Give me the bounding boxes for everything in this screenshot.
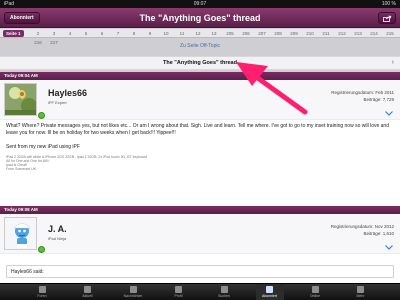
post-count: Beiträge: 1,610 bbox=[363, 231, 394, 236]
username[interactable]: Hayles66 bbox=[48, 88, 87, 98]
tab-label: Foren bbox=[37, 294, 47, 298]
page-list: 2 3 4 5 6 7 8 9 10 11 12 13 205 206 207 208 209 210 211 212… bbox=[30, 29, 400, 45]
page-link[interactable]: 206 bbox=[238, 29, 254, 38]
page-link[interactable]: 213 bbox=[350, 29, 366, 38]
page-link[interactable]: 214 bbox=[366, 29, 382, 38]
status-bar: iPad 09:07 100 % bbox=[0, 0, 400, 8]
page-link[interactable]: 7 bbox=[110, 29, 126, 38]
post: Hayles66 iPF Expert Registrierungsdatum:… bbox=[0, 80, 400, 206]
post-header[interactable]: J. A. iPad Ninja Registrierungsdatum: No… bbox=[0, 214, 400, 254]
user-rank: iPF Expert bbox=[48, 100, 67, 105]
current-page-button[interactable]: Seite 1 bbox=[3, 30, 24, 37]
signature-line: From Somerset UK bbox=[6, 167, 36, 171]
page-link[interactable]: 205 bbox=[222, 29, 238, 38]
user-photo bbox=[5, 218, 36, 249]
online-status-icon bbox=[38, 112, 45, 119]
profile-icon bbox=[175, 286, 182, 293]
page-link[interactable]: 10 bbox=[158, 29, 174, 38]
tab-label: Abonniert bbox=[262, 294, 277, 298]
page-link[interactable]: 5 bbox=[78, 29, 94, 38]
search-icon bbox=[220, 286, 228, 293]
username[interactable]: J. A. bbox=[48, 224, 67, 234]
tab-label: Mehr bbox=[356, 294, 365, 298]
post-signature: Sent from my new iPad using iPF bbox=[6, 144, 80, 150]
page-link[interactable]: 209 bbox=[286, 29, 302, 38]
page-link[interactable]: 210 bbox=[302, 29, 318, 38]
post-date-bar: Today 09:04 AM bbox=[0, 72, 400, 80]
page-link[interactable]: 6 bbox=[94, 29, 110, 38]
forum-link[interactable]: Zu Seite Off-Topic bbox=[0, 43, 400, 49]
thread-title: The "Anything Goes" thread bbox=[163, 60, 237, 66]
registration-date: Registrierungsdatum: Feb 2011 bbox=[331, 90, 394, 95]
tab-label: Aktuell bbox=[82, 294, 93, 298]
messages-icon bbox=[129, 286, 137, 293]
page-link[interactable]: 212 bbox=[334, 29, 350, 38]
user-rank: iPad Ninja bbox=[48, 236, 67, 241]
thread-title-row[interactable]: The "Anything Goes" thread › bbox=[0, 56, 400, 70]
tab-mehr[interactable]: Mehr bbox=[347, 284, 375, 300]
post-date-bar: Today 09:08 AM bbox=[0, 206, 400, 214]
page-link[interactable]: 11 bbox=[174, 29, 190, 38]
tab-label: Suchen bbox=[218, 294, 230, 298]
post-header[interactable]: Hayles66 iPF Expert Registrierungsdatum:… bbox=[0, 80, 400, 120]
tab-online[interactable]: Online bbox=[301, 284, 329, 300]
page-link[interactable]: 4 bbox=[62, 29, 78, 38]
page-link[interactable]: 12 bbox=[190, 29, 206, 38]
tab-aktuell[interactable]: Aktuell bbox=[74, 284, 102, 300]
user-photo bbox=[5, 84, 36, 115]
page-title: The "Anything Goes" thread bbox=[139, 13, 261, 23]
navigation-bar: Abonniert The "Anything Goes" thread bbox=[0, 8, 400, 28]
avatar[interactable] bbox=[4, 217, 37, 250]
tab-suchen[interactable]: Suchen bbox=[210, 284, 238, 300]
chevron-right-icon: › bbox=[391, 59, 394, 66]
post-body: What? Where? Private messages yes, but n… bbox=[6, 123, 389, 136]
chevron-down-icon[interactable] bbox=[385, 245, 393, 250]
tab-label: Profil bbox=[174, 294, 183, 298]
page-link[interactable]: 2 bbox=[30, 29, 46, 38]
subscribed-icon bbox=[266, 286, 273, 293]
page-link[interactable]: 211 bbox=[318, 29, 334, 38]
quote-box: Hayles66 said: bbox=[6, 265, 394, 278]
tab-profil[interactable]: Profil bbox=[165, 284, 193, 300]
page-link[interactable]: 208 bbox=[270, 29, 286, 38]
post-count: Beiträge: 7,729 bbox=[363, 97, 394, 102]
avatar[interactable] bbox=[4, 83, 37, 116]
online-icon bbox=[311, 286, 319, 293]
tab-bar: Foren Aktuell Nachrichten Profil Suchen Abonn… bbox=[0, 283, 400, 300]
page-link[interactable]: 3 bbox=[46, 29, 62, 38]
battery-label: 100 % bbox=[381, 1, 396, 7]
tab-label: Online bbox=[309, 294, 321, 298]
registration-date: Registrierungsdatum: Nov 2012 bbox=[330, 224, 394, 229]
page-link[interactable]: 13 bbox=[206, 29, 222, 38]
more-icon bbox=[357, 286, 364, 293]
page-link[interactable]: 9 bbox=[142, 29, 158, 38]
recent-icon bbox=[84, 286, 91, 293]
page-link[interactable]: 215 bbox=[382, 29, 398, 38]
tab-label: Nachrichten bbox=[123, 294, 143, 298]
share-icon bbox=[383, 15, 392, 22]
online-status-icon bbox=[38, 246, 45, 253]
tab-abonniert[interactable]: Abonniert bbox=[255, 284, 284, 300]
page-link[interactable]: 8 bbox=[126, 29, 142, 38]
forums-icon bbox=[38, 286, 46, 293]
back-button[interactable]: Abonniert bbox=[4, 12, 40, 24]
page-link[interactable]: 207 bbox=[254, 29, 270, 38]
tab-nachrichten[interactable]: Nachrichten bbox=[119, 284, 147, 300]
clock: 09:07 bbox=[193, 1, 207, 7]
chevron-down-icon[interactable] bbox=[385, 111, 393, 116]
share-button[interactable] bbox=[378, 12, 396, 24]
tab-foren[interactable]: Foren bbox=[28, 284, 56, 300]
pagination-bar: Seite 1 2 3 4 5 6 7 8 9 10 11 12 13 205 206 207 208 209 2… bbox=[0, 29, 400, 45]
